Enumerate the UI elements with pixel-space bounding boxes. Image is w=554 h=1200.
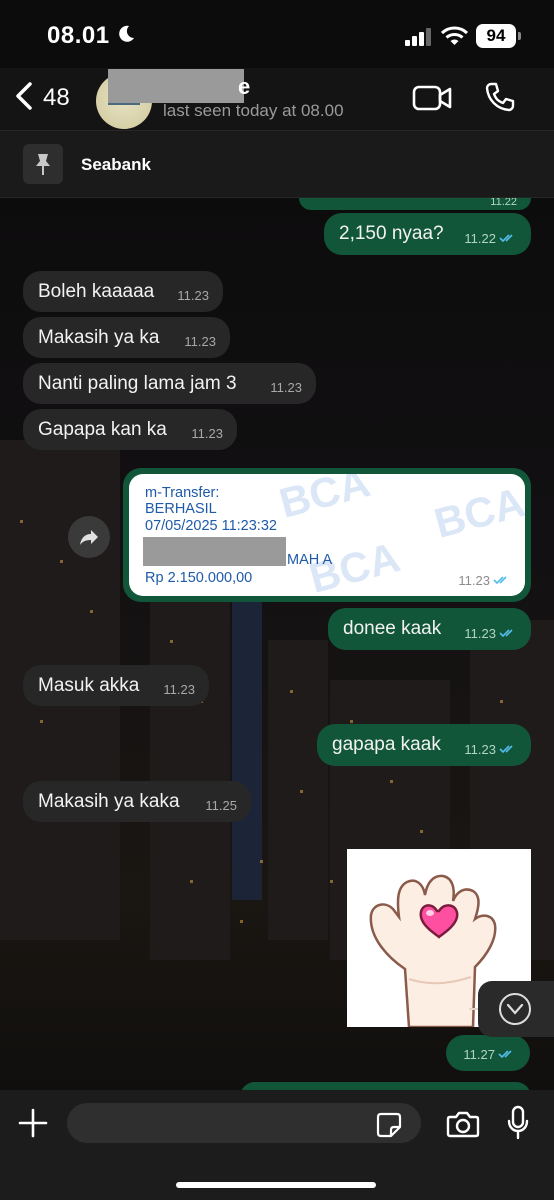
back-chevron-icon[interactable]: [12, 82, 36, 110]
signal-icon: [405, 28, 431, 46]
pin-box: [23, 144, 63, 184]
message-bubble[interactable]: gapapa kaak 11.23: [317, 724, 531, 766]
transfer-receipt-image[interactable]: BCA BCA BCA m-Transfer: BERHASIL 07/05/2…: [129, 474, 525, 596]
double-check-icon: [499, 629, 513, 638]
message-input[interactable]: [67, 1103, 421, 1143]
message-time: 11.23: [464, 742, 496, 757]
status-bar: 08.01 94: [0, 0, 554, 68]
microphone-icon[interactable]: [507, 1105, 529, 1141]
phone-call-icon[interactable]: [484, 81, 516, 113]
video-call-icon[interactable]: [412, 84, 452, 112]
message-input-bar: [0, 1090, 554, 1200]
message-text: Masuk akka: [38, 675, 140, 696]
message-time: 11.25: [205, 798, 237, 813]
message-time: 11.23: [163, 682, 195, 697]
unread-count[interactable]: 48: [43, 84, 70, 112]
chat-area[interactable]: 11.22 2,150 nyaa? 11.22 Boleh kaaaaa 11.…: [0, 198, 554, 1090]
chevron-down-icon: [506, 1003, 524, 1015]
battery-tip: [518, 32, 521, 40]
message-meta: 11.22: [464, 231, 517, 246]
message-time: 11.23: [177, 288, 209, 303]
message-text: 2,150 nyaa?: [339, 223, 444, 244]
pinned-label: Seabank: [81, 155, 151, 174]
message-text: Makasih ya kaka: [38, 791, 180, 812]
message-time: 11.23: [270, 380, 302, 395]
contact-name-redacted[interactable]: [108, 69, 244, 103]
double-check-icon: [493, 576, 507, 585]
scroll-to-bottom-button[interactable]: [478, 981, 554, 1037]
message-text: Makasih ya ka: [38, 327, 160, 348]
message-bubble[interactable]: Masuk akka 11.23: [23, 665, 209, 706]
message-bubble[interactable]: Makasih ya kaka 11.25: [23, 781, 251, 822]
receipt-datetime: 07/05/2025 11:23:32: [145, 518, 277, 534]
contact-name[interactable]: e: [238, 74, 250, 100]
message-time: 11.22: [464, 231, 496, 246]
message-bubble[interactable]: Boleh kaaaaa 11.23: [23, 271, 223, 312]
receipt-line: m-Transfer:: [145, 485, 220, 501]
receipt-meta: 11.23: [458, 572, 511, 589]
message-text: Boleh kaaaaa: [38, 281, 155, 302]
message-bubble[interactable]: Gapapa kan ka 11.23: [23, 409, 237, 450]
message-meta: 11.23: [464, 626, 517, 641]
forward-arrow-icon: [80, 530, 98, 545]
battery-indicator: 94: [476, 24, 516, 48]
receipt-amount: Rp 2.150.000,00: [145, 570, 253, 586]
message-text: Gapapa kan ka: [38, 419, 167, 440]
forward-button[interactable]: [68, 516, 110, 558]
receipt-recipient: MAH A: [287, 552, 333, 568]
message-meta: 11.23: [464, 742, 517, 757]
message-time: 11.22: [490, 198, 517, 208]
message-text: Nanti paling lama jam 3: [38, 373, 237, 394]
transfer-receipt-bubble[interactable]: BCA BCA BCA m-Transfer: BERHASIL 07/05/2…: [123, 468, 531, 602]
message-time: 11.23: [191, 426, 223, 441]
status-time: 08.01: [47, 22, 110, 49]
message-bubble[interactable]: donee kaak 11.23: [328, 608, 531, 650]
sticker-icon[interactable]: [376, 1112, 402, 1138]
home-indicator: [176, 1182, 376, 1188]
camera-icon[interactable]: [446, 1110, 480, 1138]
watermark-logo: BCA: [274, 474, 375, 527]
pin-icon: [36, 154, 50, 175]
message-bubble-partial[interactable]: 11.22: [299, 198, 531, 210]
sticker-timestamp: 11.27: [446, 1035, 530, 1071]
watermark-logo: BCA: [429, 478, 525, 547]
message-text: gapapa kaak: [332, 734, 441, 755]
double-check-icon: [499, 234, 513, 243]
double-check-icon: [498, 1050, 512, 1059]
attach-plus-icon[interactable]: [17, 1107, 49, 1139]
message-bubble[interactable]: 2,150 nyaa? 11.22: [324, 213, 531, 255]
message-time: 11.23: [464, 626, 496, 641]
moon-icon: [119, 25, 134, 42]
message-meta: 11.27: [463, 1047, 516, 1062]
message-time: 11.23: [184, 334, 216, 349]
receipt-status: BERHASIL: [145, 501, 217, 517]
message-time: 11.27: [463, 1047, 495, 1062]
recipient-redacted: [143, 537, 286, 566]
message-time: 11.23: [458, 573, 490, 588]
double-check-icon: [499, 745, 513, 754]
message-bubble[interactable]: Makasih ya ka 11.23: [23, 317, 230, 358]
message-bubble[interactable]: Nanti paling lama jam 3 11.23: [23, 363, 316, 404]
chat-header: 48 e last seen today at 08.00: [0, 68, 554, 130]
message-bubble-partial[interactable]: [240, 1082, 531, 1090]
pinned-message-bar[interactable]: Seabank: [0, 130, 554, 198]
message-text: donee kaak: [343, 618, 442, 639]
wifi-icon: [441, 26, 468, 45]
last-seen-status: last seen today at 08.00: [163, 101, 344, 120]
